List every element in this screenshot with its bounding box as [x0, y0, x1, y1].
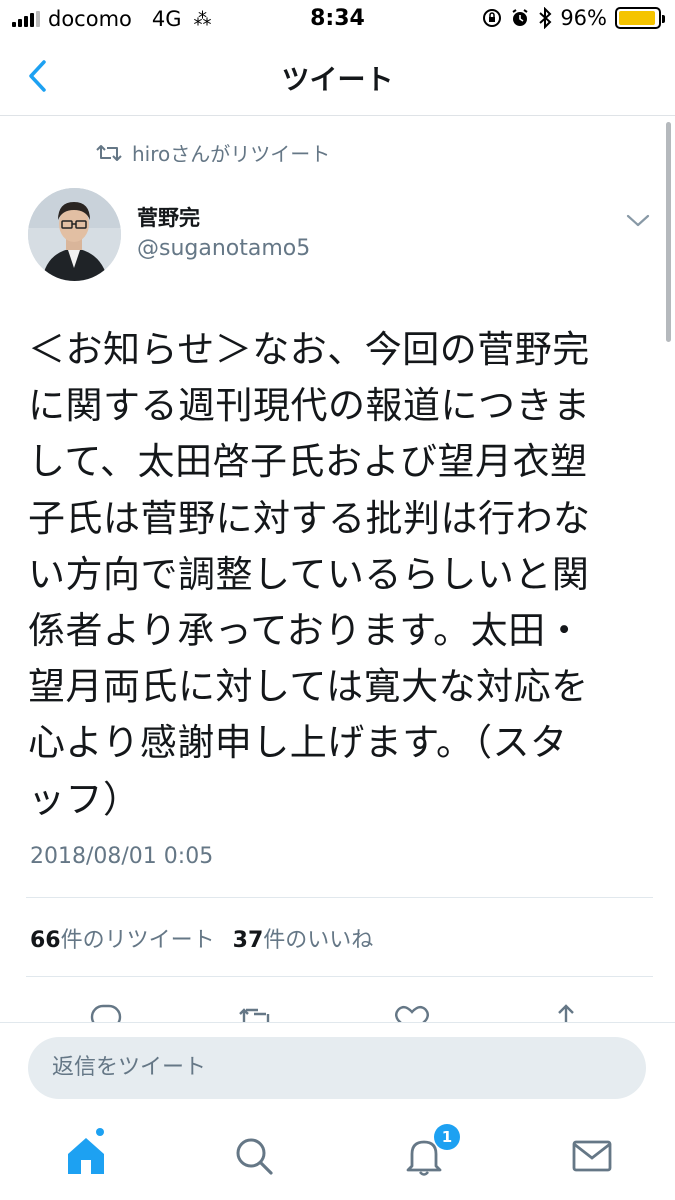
rotation-lock-icon — [483, 9, 502, 27]
like-stat[interactable]: 37件のいいね — [233, 922, 374, 954]
scrollbar[interactable] — [666, 122, 671, 342]
tab-bar — [0, 1112, 675, 1200]
author-handle[interactable]: @suganotamo5 — [137, 236, 310, 261]
retweet-stat-label: 件のリツイート — [60, 928, 215, 953]
retweet-icon — [239, 1008, 272, 1024]
status-right: 96% — [482, 6, 665, 30]
reply-input[interactable]: 返信をツイート — [28, 1037, 646, 1099]
bluetooth-icon — [539, 7, 552, 29]
retweet-button[interactable] — [236, 1000, 276, 1024]
share-button[interactable] — [546, 1000, 586, 1024]
tweet-line: ＜お知らせ＞なお、今回の菅野完 — [28, 328, 590, 371]
divider — [26, 897, 653, 898]
tweet-line: い方向で調整しているらしいと関 — [28, 552, 590, 596]
mail-icon — [572, 1140, 612, 1172]
reply-icon — [90, 1004, 122, 1024]
tab-messages[interactable] — [570, 1134, 614, 1178]
tab-search[interactable] — [232, 1134, 276, 1178]
divider — [26, 976, 653, 977]
retweeted-by-label: hiroさんがリツイート — [132, 142, 331, 166]
like-stat-label: 件のいいね — [263, 928, 374, 953]
search-icon — [236, 1138, 273, 1175]
avatar[interactable] — [28, 188, 121, 281]
reply-button[interactable] — [86, 1000, 126, 1024]
battery-percent: 96% — [560, 6, 607, 30]
tweet-text: ＜お知らせ＞なお、今回の菅野完 に関する週刊現代の報道につきま して、太田啓子氏… — [28, 322, 648, 828]
author-name[interactable]: 菅野完 — [137, 202, 200, 232]
tweet-actions — [0, 994, 675, 1024]
like-button[interactable] — [392, 1000, 432, 1024]
heart-icon — [395, 1005, 429, 1024]
retweet-stat[interactable]: 66件のリツイート — [30, 922, 215, 954]
avatar-photo — [28, 188, 121, 281]
status-bar: docomo 4G ⁂ 8:34 96% — [0, 0, 675, 40]
tweet-timestamp: 2018/08/01 0:05 — [30, 844, 214, 869]
retweet-icon — [96, 144, 122, 161]
tweet-line: して、太田啓子氏および望月衣塑 — [28, 440, 588, 484]
reply-bar: 返信をツイート — [0, 1022, 675, 1112]
battery-icon — [615, 7, 665, 29]
tweet-line: に関する週刊現代の報道につきま — [28, 384, 591, 428]
nav-bar: ツイート — [0, 40, 675, 116]
alarm-icon — [512, 9, 528, 26]
chevron-down-icon — [626, 214, 650, 227]
home-icon — [68, 1138, 104, 1174]
tweet-line: ッフ） — [28, 777, 141, 821]
retweet-count: 66 — [30, 928, 61, 953]
notification-badge: 1 — [434, 1124, 460, 1150]
tweet-line: 子氏は菅野に対する批判は行わな — [28, 496, 591, 540]
retweeted-by-line[interactable]: hiroさんがリツイート — [96, 138, 330, 167]
page-title: ツイート — [281, 63, 394, 96]
tweet-line: 望月両氏に対しては寛大な対応を — [28, 665, 589, 709]
tab-home[interactable] — [64, 1134, 108, 1178]
like-count: 37 — [232, 928, 264, 953]
tweet-menu-button[interactable] — [624, 208, 652, 232]
share-icon — [558, 1004, 574, 1024]
tweet-stats: 66件のリツイート 37件のいいね — [30, 922, 373, 954]
tweet-line: 心より感謝申し上げます。（スタ — [28, 721, 568, 765]
tweet-line: 係者より承っております。太田・ — [28, 609, 584, 653]
home-new-indicator — [96, 1128, 104, 1136]
